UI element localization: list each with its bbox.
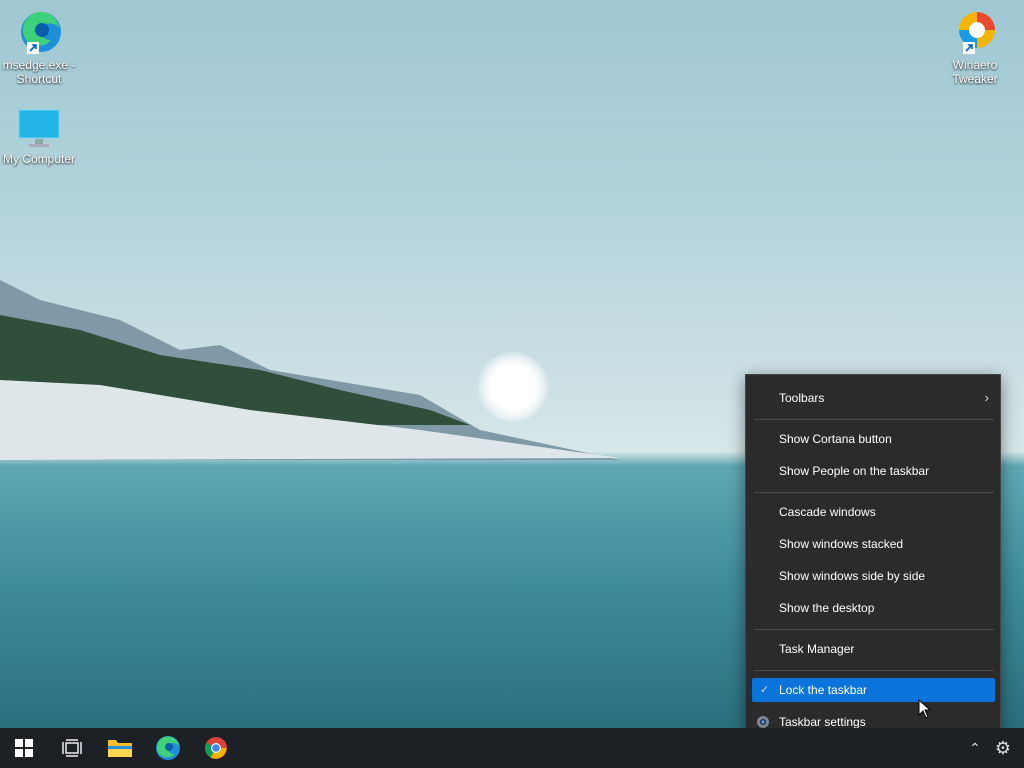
monitor-icon [18, 109, 60, 147]
taskbar-context-menu: Toolbars › Show Cortana button Show Peop… [745, 374, 1001, 746]
menu-item-label: Toolbars [779, 391, 825, 405]
winaero-tweaker-icon [959, 12, 995, 54]
menu-item-show-windows-side-by-side[interactable]: Show windows side by side [752, 564, 995, 588]
menu-separator [754, 492, 994, 493]
menu-item-show-desktop[interactable]: Show the desktop [752, 596, 995, 620]
menu-item-label: Cascade windows [779, 505, 876, 519]
desktop-icon-label: Winaero Tweaker [952, 58, 998, 86]
windows-logo-icon [15, 739, 33, 757]
task-view-icon [62, 739, 82, 757]
file-explorer-button[interactable] [96, 728, 144, 768]
menu-item-label: Show People on the taskbar [779, 464, 930, 478]
desktop-icon-my-computer[interactable]: My Computer [0, 108, 78, 166]
folder-icon [108, 740, 132, 757]
chrome-icon [205, 737, 227, 759]
task-view-button[interactable] [48, 728, 96, 768]
edge-taskbar-button[interactable] [144, 728, 192, 768]
menu-item-label: Show the desktop [779, 601, 875, 615]
menu-item-task-manager[interactable]: Task Manager [752, 637, 995, 661]
menu-separator [754, 670, 994, 671]
settings-gear-icon [757, 716, 769, 728]
chrome-taskbar-button[interactable] [192, 728, 240, 768]
menu-item-label: Show windows stacked [779, 537, 904, 551]
checkmark-icon: ✓ [760, 684, 770, 696]
desktop-icon-winaero-tweaker[interactable]: Winaero Tweaker [936, 8, 1014, 86]
menu-item-show-windows-stacked[interactable]: Show windows stacked [752, 532, 995, 556]
start-button[interactable] [0, 728, 48, 768]
menu-item-label: Show windows side by side [779, 569, 926, 583]
menu-item-label: Show Cortana button [779, 432, 892, 446]
chevron-right-icon: › [984, 390, 989, 405]
menu-separator [754, 419, 994, 420]
show-hidden-icons-chevron-icon[interactable]: ⌃ [965, 728, 985, 768]
menu-item-cascade-windows[interactable]: Cascade windows [752, 500, 995, 524]
edge-icon [21, 11, 61, 54]
mouse-cursor-icon [918, 699, 932, 719]
menu-item-lock-taskbar[interactable]: ✓ Lock the taskbar [752, 678, 995, 702]
desktop-icon-msedge[interactable]: msedge.exe - Shortcut [0, 8, 78, 86]
landscape-art [0, 280, 620, 460]
menu-separator [754, 629, 994, 630]
menu-item-label: Taskbar settings [779, 715, 866, 729]
edge-icon [156, 736, 180, 760]
desktop-icon-label: My Computer [2, 152, 76, 166]
menu-item-label: Lock the taskbar [779, 683, 868, 697]
desktop-icon-label: msedge.exe - Shortcut [2, 58, 76, 86]
menu-item-show-cortana[interactable]: Show Cortana button [752, 427, 995, 451]
menu-item-toolbars[interactable]: Toolbars › [752, 386, 995, 410]
tray-gear-icon[interactable]: ⚙ [991, 728, 1015, 768]
taskbar [0, 728, 1024, 768]
menu-item-show-people[interactable]: Show People on the taskbar [752, 459, 995, 483]
menu-item-label: Task Manager [779, 642, 855, 656]
